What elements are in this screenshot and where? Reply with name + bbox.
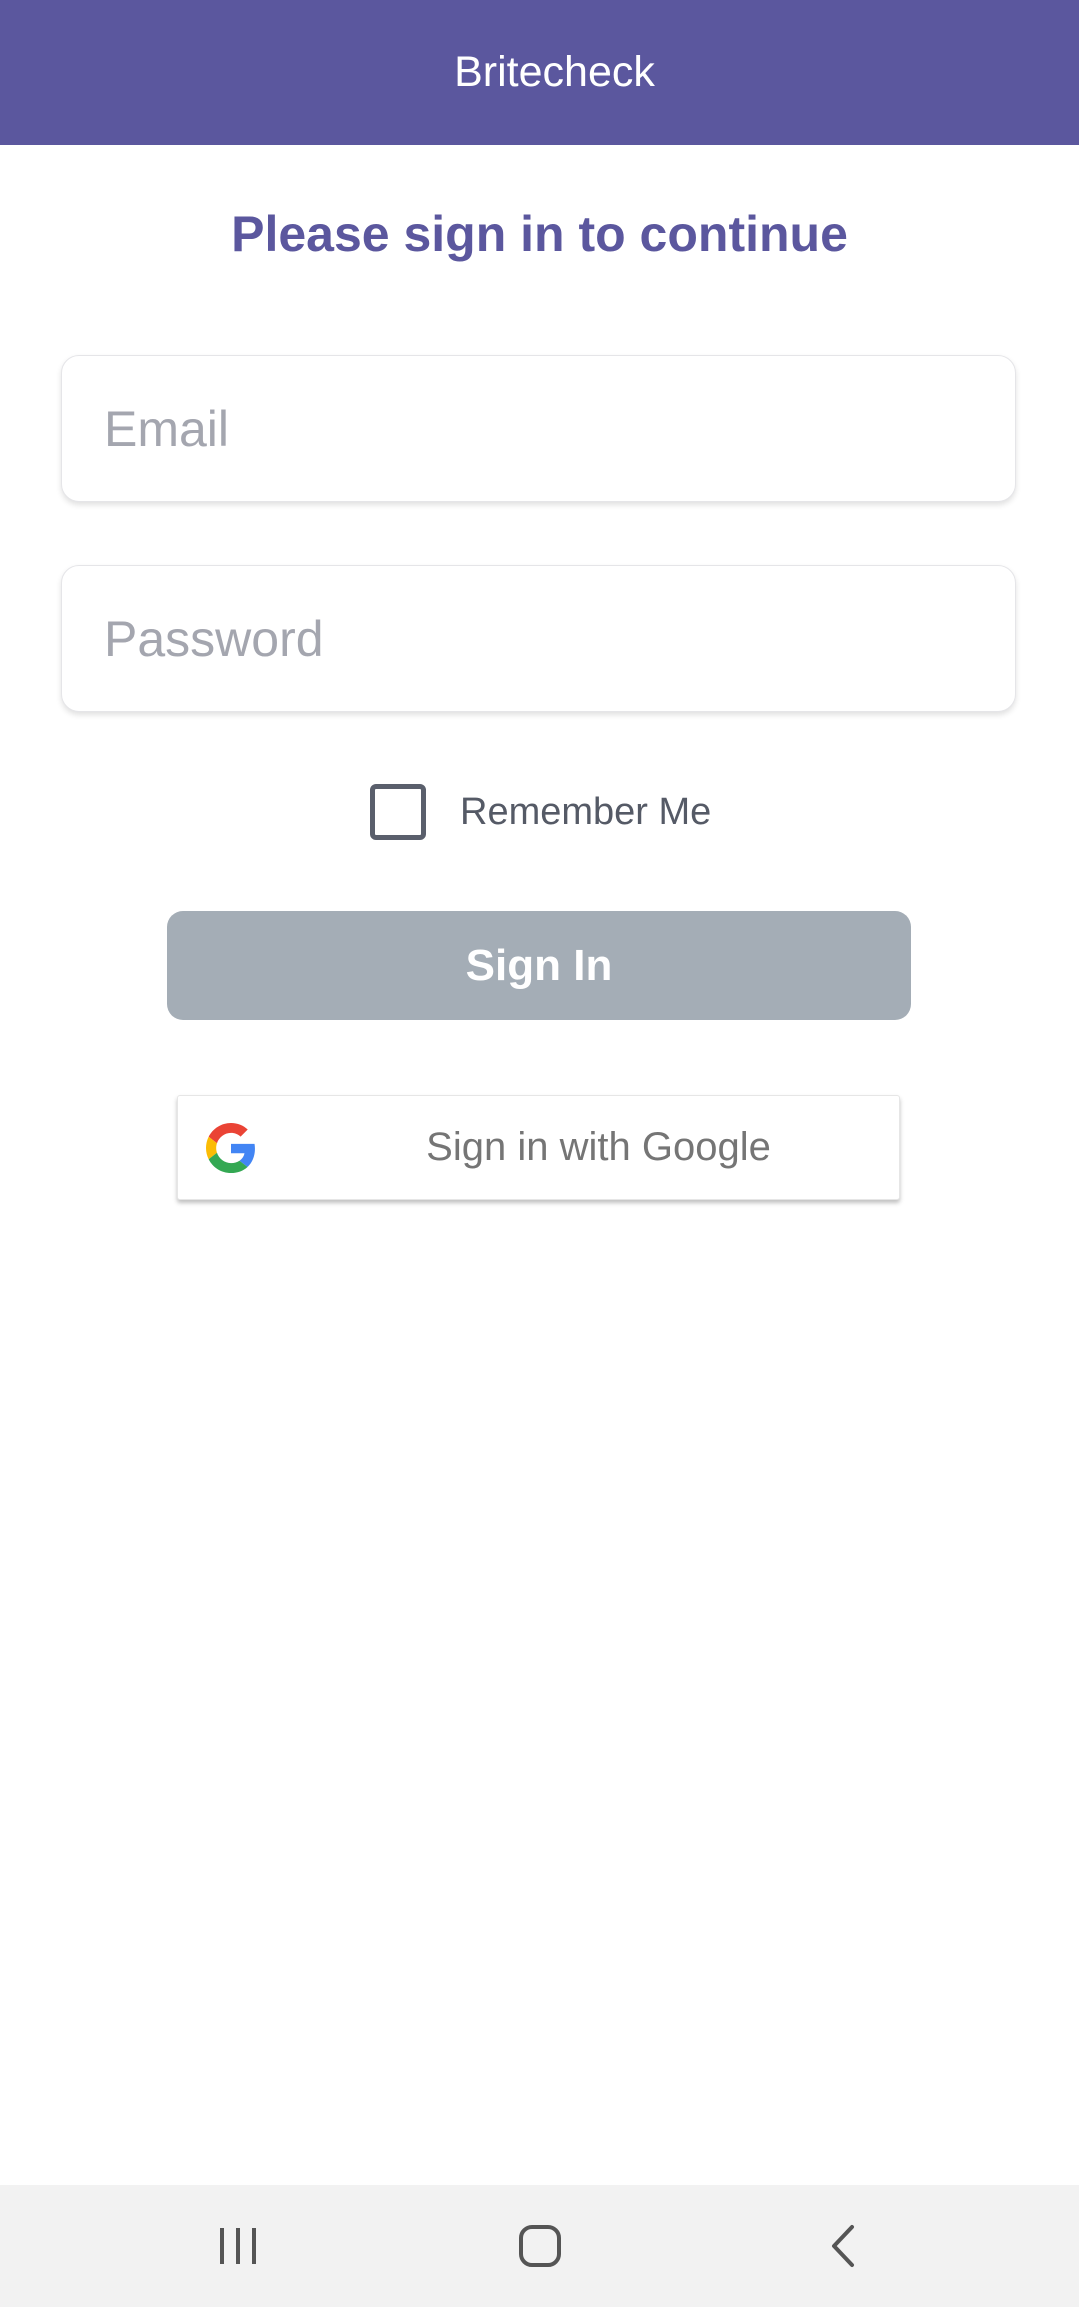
back-button[interactable]	[773, 2185, 913, 2307]
remember-me-label[interactable]: Remember Me	[460, 791, 711, 834]
app-bar: Britecheck	[0, 0, 1079, 145]
email-field-container	[61, 355, 1016, 502]
remember-me-row[interactable]: Remember Me	[370, 780, 711, 844]
system-nav-bar	[0, 2185, 1079, 2307]
email-field[interactable]	[62, 356, 1015, 501]
recents-button[interactable]	[168, 2185, 308, 2307]
recents-icon	[220, 2228, 256, 2264]
sign-in-button[interactable]: Sign In	[167, 911, 911, 1020]
app-title: Britecheck	[454, 48, 655, 96]
password-field[interactable]	[62, 566, 1015, 711]
home-icon	[519, 2225, 561, 2267]
google-sign-in-label: Sign in with Google	[426, 1125, 771, 1169]
back-icon	[832, 2225, 854, 2267]
home-button[interactable]	[470, 2185, 610, 2307]
google-sign-in-button[interactable]: Sign in with Google	[177, 1095, 900, 1200]
page-title: Please sign in to continue	[231, 206, 848, 262]
password-field-container	[61, 565, 1016, 712]
remember-me-checkbox[interactable]	[370, 784, 426, 840]
google-g-icon	[206, 1123, 255, 1173]
